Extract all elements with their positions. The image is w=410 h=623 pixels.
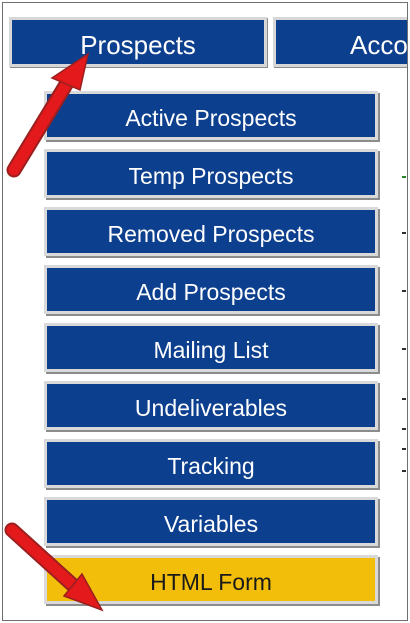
edge-mark bbox=[402, 448, 406, 450]
top-navigation: Prospects Acco bbox=[3, 3, 407, 75]
edge-mark bbox=[402, 290, 406, 292]
menu-item-add-prospects[interactable]: Add Prospects bbox=[44, 265, 378, 314]
tab-accounts[interactable]: Acco bbox=[273, 17, 407, 67]
edge-mark bbox=[402, 176, 406, 178]
app-window: Prospects Acco Active Prospects Temp Pro… bbox=[2, 2, 408, 621]
edge-mark bbox=[402, 232, 406, 234]
menu-item-variables[interactable]: Variables bbox=[44, 497, 378, 546]
menu-item-active-prospects[interactable]: Active Prospects bbox=[44, 91, 378, 140]
tab-prospects[interactable]: Prospects bbox=[9, 17, 267, 67]
menu-item-removed-prospects[interactable]: Removed Prospects bbox=[44, 207, 378, 256]
menu-item-html-form[interactable]: HTML Form bbox=[44, 555, 378, 604]
edge-mark bbox=[402, 398, 406, 400]
edge-mark bbox=[402, 348, 406, 350]
menu-item-undeliverables[interactable]: Undeliverables bbox=[44, 381, 378, 430]
menu-item-mailing-list[interactable]: Mailing List bbox=[44, 323, 378, 372]
edge-mark bbox=[402, 470, 406, 472]
prospects-submenu: Active Prospects Temp Prospects Removed … bbox=[44, 91, 378, 613]
menu-item-tracking[interactable]: Tracking bbox=[44, 439, 378, 488]
edge-mark bbox=[402, 428, 406, 430]
menu-item-temp-prospects[interactable]: Temp Prospects bbox=[44, 149, 378, 198]
cut-off-content-edge bbox=[402, 0, 410, 623]
